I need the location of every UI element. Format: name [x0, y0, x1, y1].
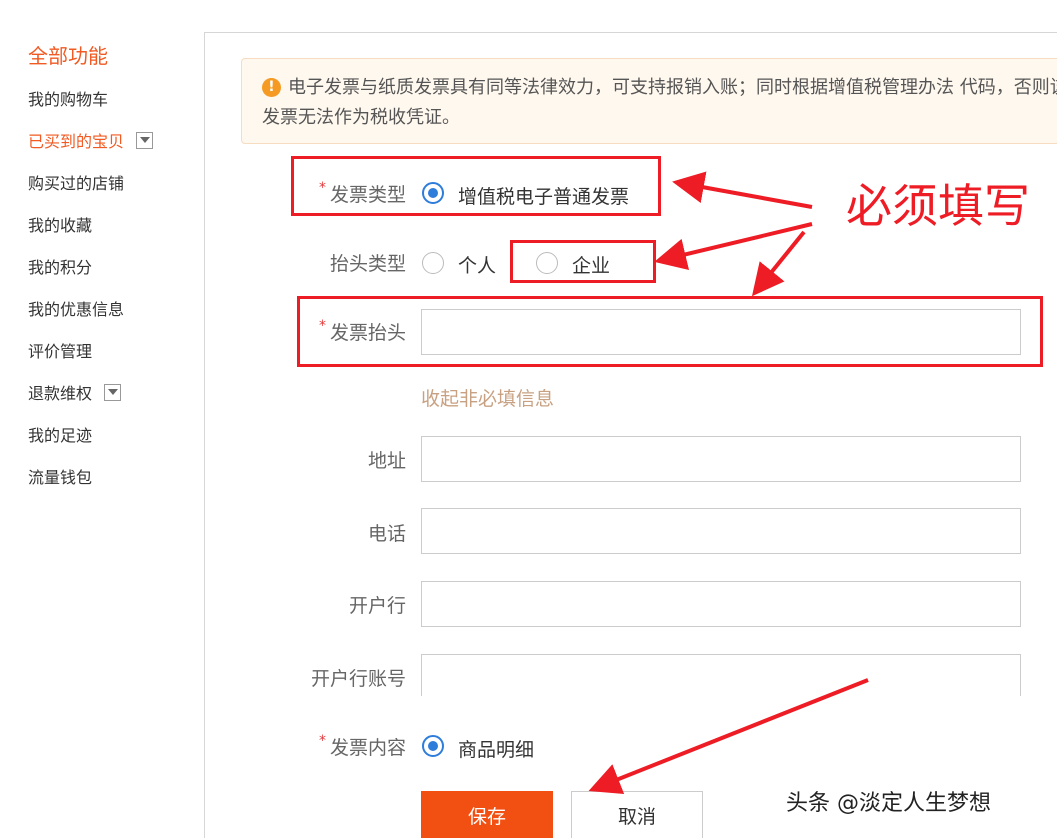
- sidebar-item-label: 购买过的店铺: [28, 174, 125, 193]
- sidebar-item-reviews[interactable]: 评价管理: [28, 338, 92, 362]
- invoice-content-label: * 发票内容: [318, 733, 406, 759]
- personal-radio[interactable]: [422, 252, 444, 274]
- phone-input[interactable]: [421, 508, 1021, 554]
- cancel-button[interactable]: 取消: [571, 791, 703, 838]
- sidebar-item-purchased[interactable]: 已买到的宝贝: [28, 128, 154, 152]
- watermark: 头条 @淡定人生梦想: [786, 791, 991, 816]
- bank-label: 开户行: [348, 595, 406, 617]
- sidebar-item-label: 我的积分: [28, 258, 93, 277]
- invoice-content-option[interactable]: 商品明细: [458, 735, 534, 762]
- bank-account-label: 开户行账号: [310, 668, 406, 690]
- required-mark: *: [318, 733, 326, 749]
- sidebar-title: 全部功能: [28, 44, 108, 68]
- invoice-content-radio[interactable]: [422, 735, 444, 757]
- sidebar-item-label: 我的收藏: [28, 216, 93, 235]
- bank-input[interactable]: [421, 581, 1021, 627]
- sidebar-item-cart[interactable]: 我的购物车: [28, 86, 108, 110]
- personal-option[interactable]: 个人: [458, 251, 496, 278]
- save-button[interactable]: 保存: [421, 791, 553, 838]
- sidebar-item-label: 已买到的宝贝: [28, 132, 125, 151]
- collapse-optional-link[interactable]: 收起非必填信息: [421, 384, 554, 411]
- sidebar-item-label: 退款维权: [28, 384, 93, 403]
- sidebar-item-label: 评价管理: [28, 342, 93, 361]
- chevron-down-icon[interactable]: [136, 131, 154, 149]
- sidebar-item-coupons[interactable]: 我的优惠信息: [28, 296, 124, 320]
- address-label: 地址: [367, 450, 406, 472]
- sidebar-item-favorites[interactable]: 我的收藏: [28, 212, 92, 236]
- notice-text: 电子发票与纸质发票具有同等法律效力，可支持报销入账；同时根据增值税管理办法 代码…: [262, 77, 1057, 128]
- sidebar-item-label: 我的足迹: [28, 426, 93, 445]
- chevron-down-icon[interactable]: [104, 383, 122, 401]
- sidebar-item-label: 流量钱包: [28, 468, 93, 487]
- address-input[interactable]: [421, 436, 1021, 482]
- sidebar-item-points[interactable]: 我的积分: [28, 254, 92, 278]
- annotation-box-invoice-title: [297, 296, 1043, 367]
- annotation-required-text: 必须填写: [846, 179, 1030, 233]
- sidebar-item-data-wallet[interactable]: 流量钱包: [28, 464, 92, 488]
- annotation-box-invoice-type: [291, 156, 661, 216]
- sidebar-item-footprints[interactable]: 我的足迹: [28, 422, 92, 446]
- title-type-label: 抬头类型: [329, 253, 406, 275]
- sidebar-item-refunds[interactable]: 退款维权: [28, 380, 122, 404]
- sidebar: 全部功能 我的购物车 已买到的宝贝 购买过的店铺 我的收藏 我的积分 我的优惠信…: [0, 0, 204, 838]
- sidebar-item-label: 我的优惠信息: [28, 300, 125, 319]
- bank-account-input[interactable]: [421, 654, 1021, 696]
- sidebar-item-label: 我的购物车: [28, 90, 109, 109]
- annotation-box-company: [510, 240, 656, 283]
- content-panel: [204, 32, 1057, 838]
- phone-label: 电话: [367, 523, 406, 545]
- notice-banner: ! 电子发票与纸质发票具有同等法律效力，可支持报销入账；同时根据增值税管理办法 …: [241, 58, 1057, 144]
- sidebar-item-shops[interactable]: 购买过的店铺: [28, 170, 124, 194]
